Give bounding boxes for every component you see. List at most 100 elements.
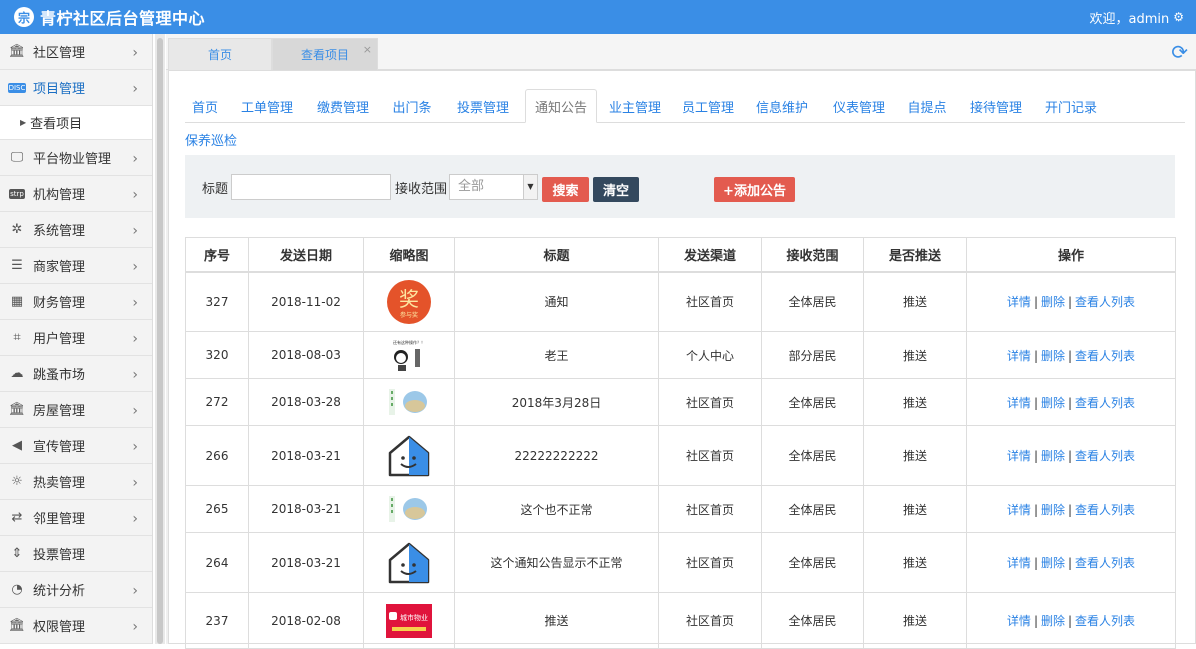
chevron-right-icon: › [132,81,138,97]
delete-link[interactable]: 删除 [1041,449,1065,463]
sidebar-item[interactable]: ⌗ 用户管理 › [0,320,152,356]
chevron-right-icon: › [132,187,138,203]
delete-link[interactable]: 删除 [1041,295,1065,309]
nav-tab[interactable]: 自提点 [903,89,951,123]
view-readers-link[interactable]: 查看人列表 [1075,295,1135,309]
detail-link[interactable]: 详情 [1007,349,1031,363]
view-readers-link[interactable]: 查看人列表 [1075,349,1135,363]
delete-link[interactable]: 删除 [1041,396,1065,410]
module-nav: 首页 工单管理 缴费管理 出门条 投票管理 通知公告 业主管理 员工管理 信息维护 仪表管理 自提点… [185,89,1185,155]
sidebar-item[interactable]: DISC 项目管理 › [0,70,152,106]
cell-push: 推送 [863,378,967,426]
column-header: 序号 [185,237,249,273]
nav-tab[interactable]: 工单管理 [237,89,297,123]
column-header: 发送渠道 [658,237,762,273]
nav-tab[interactable]: 投票管理 [449,89,517,123]
brand[interactable]: 宗 青柠社区后台管理中心 [14,0,205,34]
sidebar-item[interactable]: strp 机构管理 › [0,176,152,212]
column-header: 缩略图 [363,237,455,273]
nav-tab[interactable]: 接待管理 [965,89,1027,123]
chevron-right-icon: › [132,475,138,491]
detail-link[interactable]: 详情 [1007,396,1031,410]
tab-home[interactable]: 首页 [168,38,272,70]
scope-select-value: 全部 [458,179,485,194]
view-readers-link[interactable]: 查看人列表 [1075,449,1135,463]
nav-tab[interactable]: 保养巡检 [185,123,237,155]
chevron-right-icon: › [132,439,138,455]
scope-select[interactable]: 全部 ▼ [449,174,538,200]
sidebar-item[interactable]: 🖵 平台物业管理 › [0,140,152,176]
separator: | [1068,348,1073,363]
sidebar-item[interactable]: ◔ 统计分析 › [0,572,152,608]
nav-tab[interactable]: 信息维护 [753,89,811,123]
clear-button[interactable]: 清空 [593,177,639,202]
chevron-right-icon: › [132,259,138,275]
nav-tab[interactable]: 仪表管理 [829,89,889,123]
nav-tab[interactable]: 员工管理 [679,89,737,123]
module-nav-row: 首页 工单管理 缴费管理 出门条 投票管理 通知公告 业主管理 员工管理 信息维护 仪表管理 自提点… [185,89,1185,123]
add-notice-button[interactable]: +添加公告 [714,177,795,202]
search-button[interactable]: 搜索 [542,177,589,202]
sidebar-item[interactable]: 🏛 房屋管理 › [0,392,152,428]
sidebar-item[interactable]: 🏛 权限管理 › [0,608,152,644]
sidebar-item[interactable]: ☰ 商家管理 › [0,248,152,284]
sidebar-item[interactable]: ☼ 热卖管理 › [0,464,152,500]
sidebar-scrollbar-thumb[interactable] [157,38,163,644]
tab-view-project[interactable]: 查看项目 × [272,38,378,70]
delete-link[interactable]: 删除 [1041,349,1065,363]
user-menu[interactable]: 欢迎，admin ⚙ [1090,0,1185,34]
sidebar-item[interactable]: ✲ 系统管理 › [0,212,152,248]
cell-scope: 全体居民 [761,271,864,332]
separator: | [1068,556,1073,570]
list-icon: ☰ [11,258,23,273]
separator: | [1068,395,1073,410]
view-readers-link[interactable]: 查看人列表 [1075,503,1135,517]
delete-link[interactable]: 删除 [1041,556,1065,570]
cell-actions: 详情 | 删除 | 查看人列表 [966,592,1176,649]
cell-channel: 社区首页 [658,592,762,649]
delete-link[interactable]: 删除 [1041,503,1065,517]
refresh-icon[interactable]: ⟳ [1171,40,1188,64]
cell-date: 2018-02-08 [248,592,364,649]
nav-tab[interactable]: 开门记录 [1039,89,1103,123]
sidebar-item[interactable]: ⇄ 邻里管理 › [0,500,152,536]
sidebar-subitem-view-project[interactable]: ▶ 查看项目 [0,106,152,140]
nav-tab[interactable]: 缴费管理 [311,89,375,123]
caret-right-icon: ▶ [20,118,27,127]
view-readers-link[interactable]: 查看人列表 [1075,396,1135,410]
cell-id: 266 [185,425,249,486]
table-row: 266 2018-03-21 22222222222 社区首页 全体居民 推送 详情 | 删除 |… [185,425,1176,486]
nav-tab[interactable]: 业主管理 [605,89,665,123]
detail-link[interactable]: 详情 [1007,614,1031,628]
detail-link[interactable]: 详情 [1007,449,1031,463]
sidebar-item-label: 商家管理 [33,260,86,275]
page-tabs: 首页 查看项目 × ⟳ [166,34,1196,70]
view-readers-link[interactable]: 查看人列表 [1075,614,1135,628]
cell-title: 这个通知公告显示不正常 [454,532,659,593]
stripe-icon: strp [9,188,25,199]
delete-link[interactable]: 删除 [1041,614,1065,628]
module-nav-row: 保养巡检 [185,123,1185,155]
detail-link[interactable]: 详情 [1007,556,1031,570]
view-readers-link[interactable]: 查看人列表 [1075,556,1135,570]
sidebar-item[interactable]: ☁ 跳蚤市场 › [0,356,152,392]
sidebar-item-label: 社区管理 [33,46,86,61]
nav-tab[interactable]: 通知公告 [525,89,597,123]
close-icon[interactable]: × [363,43,372,56]
separator: | [1033,395,1038,410]
nav-tab[interactable]: 出门条 [387,89,437,123]
sidebar-item[interactable]: 🏛 社区管理 › [0,34,152,70]
sidebar-item[interactable]: ▦ 财务管理 › [0,284,152,320]
nav-tab[interactable]: 首页 [185,89,225,123]
sidebar-item[interactable]: ◀ 宣传管理 › [0,428,152,464]
gear-icon[interactable]: ⚙ [1173,10,1184,24]
sidebar-item-label: 跳蚤市场 [33,368,86,383]
detail-link[interactable]: 详情 [1007,295,1031,309]
chevron-right-icon: › [132,403,138,419]
separator: | [1068,449,1073,463]
cell-scope: 全体居民 [761,532,864,593]
title-search-input[interactable] [231,174,391,200]
sidebar-item[interactable]: ⇕ 投票管理 [0,536,152,572]
detail-link[interactable]: 详情 [1007,503,1031,517]
cell-scope: 全体居民 [761,592,864,649]
